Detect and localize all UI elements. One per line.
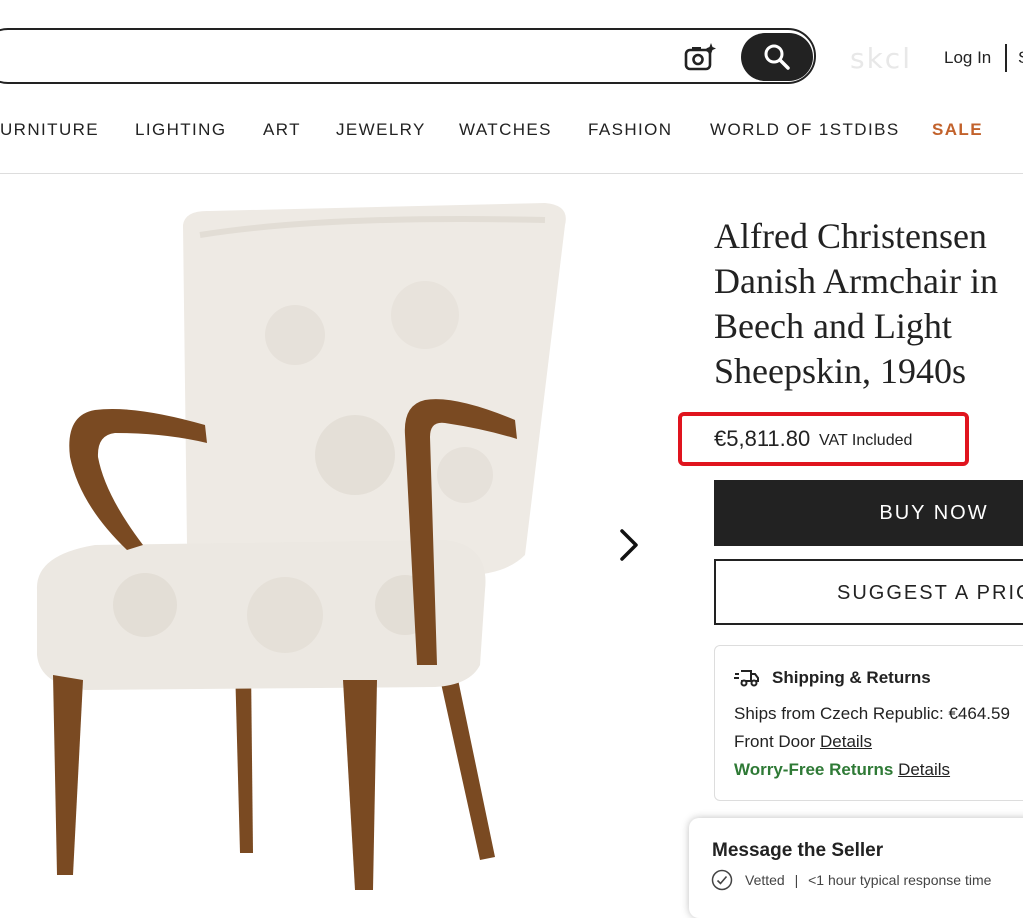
camera-search-icon[interactable] — [683, 41, 717, 73]
magnifier-icon — [764, 44, 790, 70]
nav-furniture[interactable]: URNITURE — [0, 120, 99, 140]
returns-details-link[interactable]: Details — [898, 760, 950, 779]
vetted-label: Vetted — [745, 872, 785, 888]
nav-jewelry[interactable]: JEWELRY — [336, 120, 426, 140]
buy-now-label: BUY NOW — [879, 501, 989, 524]
nav-lighting[interactable]: LIGHTING — [135, 120, 227, 140]
login-link[interactable]: Log In — [944, 48, 991, 68]
shipping-details-link[interactable]: Details — [820, 732, 872, 751]
nav-watches[interactable]: WATCHES — [459, 120, 552, 140]
product-price: €5,811.80 — [714, 426, 811, 451]
nav-divider — [0, 173, 1023, 174]
ships-from-text: Ships from Czech Republic: €464.59 — [734, 704, 1010, 723]
shipping-heading: Shipping & Returns — [772, 668, 931, 687]
front-door-text: Front Door — [734, 732, 816, 751]
suggest-price-button[interactable]: SUGGEST A PRICE — [714, 559, 1023, 625]
next-image-arrow-icon[interactable] — [612, 523, 644, 567]
vetted-separator: | — [794, 872, 799, 888]
front-door-line: Front Door Details — [734, 732, 872, 752]
search-button[interactable] — [741, 33, 813, 81]
brand-logo: skcl — [850, 42, 912, 75]
vetted-response-text: Vetted | <1 hour typical response time — [745, 872, 991, 888]
check-circle-icon — [711, 869, 733, 891]
nav-art[interactable]: ART — [263, 120, 301, 140]
message-seller-card[interactable] — [689, 818, 1023, 918]
nav-fashion[interactable]: FASHION — [588, 120, 672, 140]
response-time: <1 hour typical response time — [808, 872, 992, 888]
worry-free-returns: Worry-Free Returns — [734, 760, 894, 779]
product-title: Alfred Christensen Danish Armchair in Be… — [714, 216, 998, 391]
header-divider — [1005, 44, 1007, 72]
buy-now-button[interactable]: BUY NOW — [714, 480, 1023, 546]
suggest-price-label: SUGGEST A PRICE — [837, 582, 1023, 604]
vat-note: VAT Included — [819, 432, 913, 449]
truck-icon — [734, 668, 760, 688]
nav-world-of-1stdibs[interactable]: WORLD OF 1STDIBS — [710, 120, 900, 140]
message-seller-title[interactable]: Message the Seller — [712, 840, 883, 862]
nav-sale[interactable]: SALE — [932, 120, 983, 140]
returns-line: Worry-Free Returns Details — [734, 760, 950, 780]
product-image[interactable] — [25, 195, 605, 895]
signup-link[interactable]: S — [1018, 48, 1023, 68]
